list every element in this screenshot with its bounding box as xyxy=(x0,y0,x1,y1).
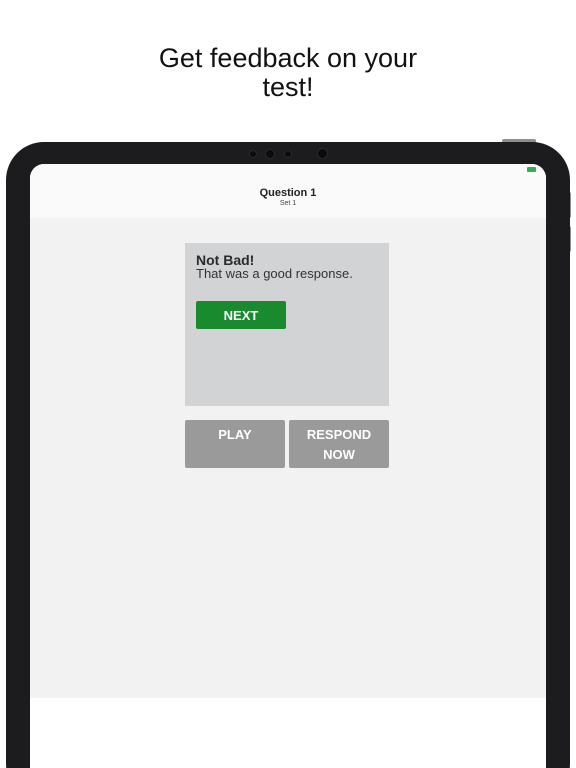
app-screen: Question 1 Set 1 Not Bad! That was a goo… xyxy=(30,164,546,768)
promo-headline: Get feedback on your test! xyxy=(0,44,576,102)
set-subtitle: Set 1 xyxy=(279,200,297,207)
navigation-bar: Question 1 Set 1 xyxy=(30,176,546,218)
promo-headline-line-1: Get feedback on your xyxy=(158,43,418,73)
question-title: Question 1 xyxy=(259,187,317,199)
battery-icon xyxy=(527,167,536,172)
sensor-dot-icon xyxy=(317,148,328,159)
sensor-dot-icon xyxy=(249,150,257,158)
respond-now-label-line-2: NOW xyxy=(323,447,355,462)
next-button[interactable]: NEXT xyxy=(196,301,286,329)
play-button-label: PLAY xyxy=(218,427,252,442)
bottom-area xyxy=(30,698,546,768)
sensor-dot-icon xyxy=(265,149,275,159)
promo-headline-line-2: test! xyxy=(262,72,314,102)
play-button[interactable]: PLAY xyxy=(185,420,285,468)
status-bar xyxy=(30,164,546,176)
feedback-card: Not Bad! That was a good response. NEXT xyxy=(185,243,389,406)
feedback-message: That was a good response. xyxy=(196,266,353,281)
respond-now-button[interactable]: RESPOND NOW xyxy=(289,420,389,468)
camera-lens-icon xyxy=(284,150,292,158)
respond-now-label-line-1: RESPOND xyxy=(306,427,372,442)
